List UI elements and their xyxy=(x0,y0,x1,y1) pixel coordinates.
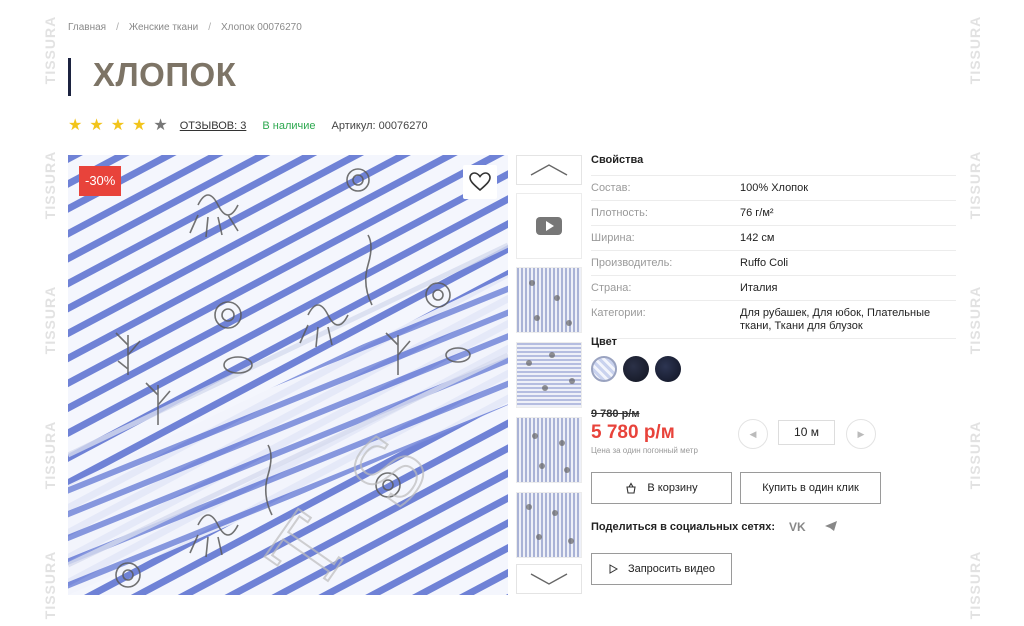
watermark-text: TISSURA xyxy=(967,550,983,620)
star-icon: ★ xyxy=(132,117,147,134)
quantity-decrease-button[interactable]: ◀ xyxy=(738,419,768,449)
old-price: 9 780 р/м xyxy=(591,408,640,420)
color-swatch-selected[interactable] xyxy=(591,356,617,382)
add-to-cart-label: В корзину xyxy=(647,482,698,494)
property-row: Ширина: 142 см xyxy=(591,225,956,250)
vk-icon[interactable]: VK xyxy=(789,520,806,534)
color-swatch[interactable] xyxy=(623,356,649,382)
chevron-right-icon: ▶ xyxy=(857,428,865,439)
chevron-left-icon: ◀ xyxy=(749,428,757,439)
heart-icon xyxy=(469,172,491,192)
property-value[interactable]: Для рубашек, Для юбок, Плательные ткани,… xyxy=(740,307,956,333)
fabric-thumb xyxy=(517,418,581,482)
property-key: Производитель: xyxy=(591,257,673,269)
telegram-icon[interactable] xyxy=(824,520,838,532)
page-title: ХЛОПОК xyxy=(93,56,237,93)
property-value: Италия xyxy=(740,282,778,294)
watermark-right: TISSURA TISSURA TISSURA TISSURA TISSURA xyxy=(965,0,985,626)
favorite-button[interactable] xyxy=(463,165,497,199)
buy-one-click-button[interactable]: Купить в один клик xyxy=(740,472,881,504)
breadcrumb-home[interactable]: Главная xyxy=(68,22,106,33)
share-label: Поделиться в социальных сетях: xyxy=(591,521,776,533)
watermark-text: TISSURA xyxy=(42,150,58,220)
fabric-thumb xyxy=(517,268,581,332)
buy-one-click-label: Купить в один клик xyxy=(762,482,859,494)
thumb-image[interactable] xyxy=(516,267,582,333)
chevron-down-icon xyxy=(530,573,568,585)
star-icon: ★ xyxy=(68,117,83,134)
breadcrumb-separator: / xyxy=(208,22,211,33)
star-empty-icon: ★ xyxy=(153,117,168,134)
breadcrumb-separator: / xyxy=(116,22,119,33)
watermark-text: TISSURA xyxy=(42,285,58,355)
property-row: Страна: Италия xyxy=(591,275,956,300)
watermark-text: TISSURA xyxy=(967,285,983,355)
reviews-link[interactable]: ОТЗЫВОВ: 3 xyxy=(180,120,247,132)
property-row: Категории: Для рубашек, Для юбок, Плател… xyxy=(591,300,956,338)
property-key: Страна: xyxy=(591,282,632,294)
price-note: Цена за один погонный метр xyxy=(591,446,698,455)
fabric-thumb xyxy=(517,493,581,557)
property-value: 142 см xyxy=(740,232,775,244)
thumb-image[interactable] xyxy=(516,492,582,558)
properties-table: Состав: 100% Хлопок Плотность: 76 г/м² Ш… xyxy=(591,175,956,339)
share-row: Поделиться в социальных сетях: VK xyxy=(591,520,838,534)
fabric-thumb xyxy=(517,343,581,407)
property-key: Категории: xyxy=(591,307,646,319)
title-accent-bar xyxy=(68,58,71,96)
thumb-video[interactable] xyxy=(516,193,582,259)
watermark-text: TISSURA xyxy=(42,550,58,620)
breadcrumb-current: Хлопок 00076270 xyxy=(220,22,302,33)
star-icon: ★ xyxy=(110,117,126,134)
divider xyxy=(591,338,956,339)
quantity-input[interactable]: 10 м xyxy=(778,420,835,445)
property-value: 76 г/м² xyxy=(740,207,774,219)
watermark-text: TISSURA xyxy=(967,150,983,220)
property-row: Состав: 100% Хлопок xyxy=(591,175,956,200)
property-key: Ширина: xyxy=(591,232,635,244)
color-swatch[interactable] xyxy=(655,356,681,382)
star-icon: ★ xyxy=(89,117,104,134)
thumb-image[interactable] xyxy=(516,417,582,483)
breadcrumb-section[interactable]: Женские ткани xyxy=(129,22,198,33)
quantity-increase-button[interactable]: ▶ xyxy=(846,419,876,449)
property-row: Плотность: 76 г/м² xyxy=(591,200,956,225)
request-video-button[interactable]: Запросить видео xyxy=(591,553,732,585)
property-key: Состав: xyxy=(591,182,631,194)
watermark-left: TISSURA TISSURA TISSURA TISSURA TISSURA xyxy=(40,0,60,626)
thumb-up-button[interactable] xyxy=(516,155,582,185)
watermark-text: TISSURA xyxy=(42,15,58,85)
play-icon xyxy=(536,217,562,235)
watermark-text: TISSURA xyxy=(967,15,983,85)
thumb-down-button[interactable] xyxy=(516,564,582,594)
property-value: Ruffo Coli xyxy=(740,257,789,269)
rating-stars: ★ ★ ★ ★ ★ xyxy=(68,118,168,134)
request-video-label: Запросить видео xyxy=(627,563,716,575)
add-to-cart-button[interactable]: В корзину xyxy=(591,472,732,504)
watermark-text: TISSURA xyxy=(42,420,58,490)
property-key: Плотность: xyxy=(591,207,648,219)
stock-status: В наличие xyxy=(262,120,316,132)
property-row: Производитель: Ruffo Coli xyxy=(591,250,956,275)
thumb-image[interactable] xyxy=(516,342,582,408)
property-value: 100% Хлопок xyxy=(740,182,809,194)
breadcrumb: Главная / Женские ткани / Хлопок 0007627… xyxy=(68,22,302,33)
chevron-up-icon xyxy=(530,164,568,176)
properties-title: Свойства xyxy=(591,154,644,166)
discount-badge: -30% xyxy=(79,166,122,196)
product-meta: ★ ★ ★ ★ ★ ОТЗЫВОВ: 3 В наличие Артикул: … xyxy=(68,117,428,135)
article-number: Артикул: 00076270 xyxy=(331,120,428,132)
fabric-image: T S xyxy=(68,155,508,595)
color-swatches xyxy=(591,356,681,382)
new-price: 5 780 р/м xyxy=(591,422,675,443)
bag-icon xyxy=(626,482,637,494)
product-main-image[interactable]: T S -30% xyxy=(68,155,508,595)
color-title: Цвет xyxy=(591,336,618,348)
watermark-text: TISSURA xyxy=(967,420,983,490)
play-outline-icon xyxy=(609,564,618,574)
